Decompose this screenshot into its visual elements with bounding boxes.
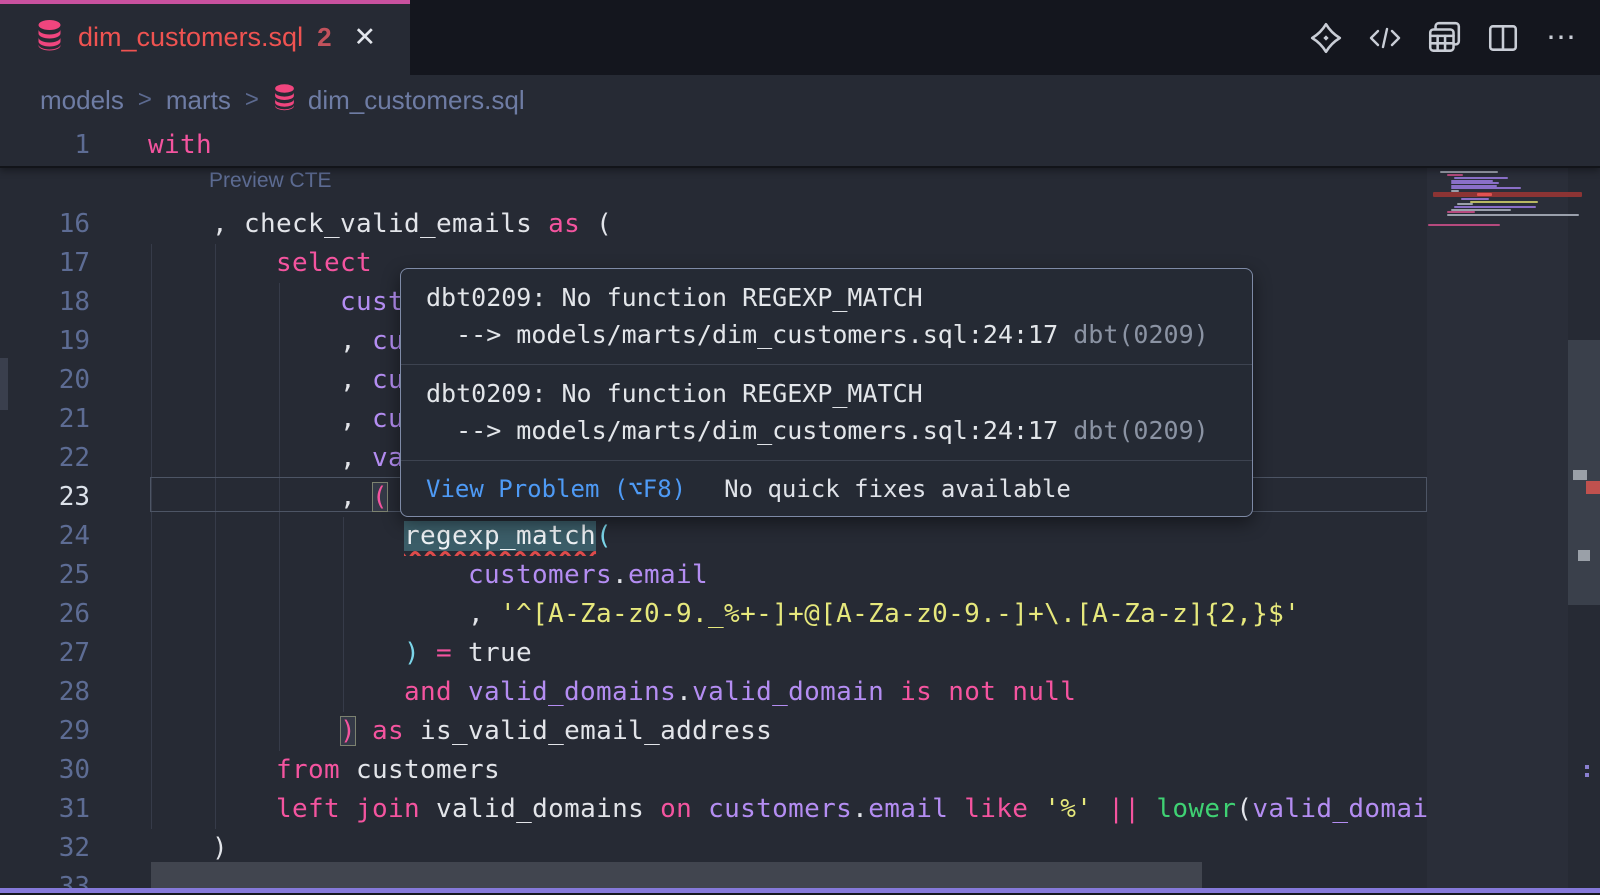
code-editor[interactable]: 16 , check_valid_emails as ( 17 select 18 cus… bbox=[0, 125, 1600, 895]
code-text: and valid_domains.valid_domain is not nu… bbox=[148, 673, 1076, 712]
line-number: 22 bbox=[0, 439, 90, 478]
line-number: 32 bbox=[0, 829, 90, 868]
sticky-scroll-line[interactable]: 1 with bbox=[0, 125, 1600, 168]
codelens-preview-cte[interactable]: Preview CTE bbox=[209, 169, 332, 193]
dbt-icon[interactable] bbox=[1308, 20, 1344, 56]
chevron-right-icon: > bbox=[138, 86, 152, 114]
line-number: 31 bbox=[0, 790, 90, 829]
breadcrumb-filename: dim_customers.sql bbox=[308, 85, 525, 116]
tab-bar: dim_customers.sql 2 ✕ bbox=[0, 0, 1600, 75]
code-text: , cu bbox=[148, 322, 404, 361]
quick-fix-status: No quick fixes available bbox=[724, 475, 1071, 503]
minimap-line bbox=[1454, 206, 1536, 208]
code-text: , ( bbox=[148, 478, 388, 517]
breadcrumb-models[interactable]: models bbox=[40, 85, 124, 116]
code-text: regexp_match( bbox=[148, 517, 612, 556]
preview-results-icon[interactable] bbox=[1426, 20, 1462, 56]
editor-actions: ⋯ bbox=[1308, 0, 1580, 75]
minimap[interactable] bbox=[1427, 125, 1568, 895]
code-text: , check_valid_emails as ( bbox=[148, 205, 612, 244]
minimap-line bbox=[1454, 177, 1508, 179]
horizontal-scrollbar[interactable] bbox=[151, 862, 1202, 888]
line-number: 18 bbox=[0, 283, 90, 322]
minimap-line bbox=[1457, 203, 1473, 205]
line-number: 20 bbox=[0, 361, 90, 400]
error-token: regexp_match bbox=[404, 521, 596, 551]
code-text: select bbox=[148, 244, 372, 283]
minimap-line bbox=[1451, 182, 1499, 184]
sticky-code: with bbox=[148, 125, 212, 165]
diagnostic-message: dbt0209: No function REGEXP_MATCH --> mo… bbox=[401, 269, 1252, 364]
minimap-line bbox=[1447, 214, 1579, 216]
line-number: 29 bbox=[0, 712, 90, 751]
line-number: 17 bbox=[0, 244, 90, 283]
tab-dirty-count: 2 bbox=[317, 22, 331, 53]
minimap-line bbox=[1461, 198, 1489, 200]
line-number: 28 bbox=[0, 673, 90, 712]
minimap-line bbox=[1447, 174, 1463, 176]
code-line-28[interactable]: 28 and valid_domains.valid_domain is not … bbox=[0, 673, 1427, 712]
code-line-29[interactable]: 29 ) as is_valid_email_address bbox=[0, 712, 1427, 751]
ruler-mark-red bbox=[1586, 481, 1600, 494]
code-line-26[interactable]: 26 , '^[A-Za-z0-9._%+-]+@[A-Za-z0-9.-]+\.… bbox=[0, 595, 1427, 634]
line-number: 19 bbox=[0, 322, 90, 361]
ruler-mark-purple bbox=[1585, 773, 1589, 777]
more-actions-icon[interactable]: ⋯ bbox=[1544, 20, 1580, 56]
code-text: left join valid_domains on customers.ema… bbox=[148, 790, 1427, 829]
line-number: 21 bbox=[0, 400, 90, 439]
diagnostic-messages: dbt0209: No function REGEXP_MATCH --> mo… bbox=[401, 269, 1252, 460]
ruler-mark-purple bbox=[1585, 765, 1589, 769]
code-line-24[interactable]: 24 regexp_match( bbox=[0, 517, 1427, 556]
line-number: 1 bbox=[0, 125, 90, 165]
code-text: , cu bbox=[148, 400, 404, 439]
database-icon bbox=[36, 19, 63, 56]
code-line-16[interactable]: 16 , check_valid_emails as ( bbox=[0, 205, 1427, 244]
code-text: customers.email bbox=[148, 556, 708, 595]
code-text: , '^[A-Za-z0-9._%+-]+@[A-Za-z0-9.-]+\.[A… bbox=[148, 595, 1300, 634]
breadcrumb: models > marts > dim_customers.sql bbox=[0, 75, 1600, 125]
active-tab-accent bbox=[0, 0, 410, 4]
line-number: 27 bbox=[0, 634, 90, 673]
line-number: 24 bbox=[0, 517, 90, 556]
minimap-line bbox=[1477, 193, 1492, 196]
code-line-31[interactable]: 31 left join valid_domains on customers.e… bbox=[0, 790, 1427, 829]
minimap-line bbox=[1440, 171, 1498, 173]
vertical-scrollbar[interactable] bbox=[1568, 125, 1600, 895]
minimap-line bbox=[1451, 187, 1521, 189]
line-number: 16 bbox=[0, 205, 90, 244]
chevron-right-icon: > bbox=[245, 86, 259, 114]
tab-filename: dim_customers.sql bbox=[78, 22, 303, 53]
tab-dim-customers[interactable]: dim_customers.sql 2 ✕ bbox=[0, 0, 410, 75]
code-text: ) = true bbox=[148, 634, 532, 673]
hover-footer: View Problem (⌥F8) No quick fixes availa… bbox=[401, 460, 1252, 516]
close-icon[interactable]: ✕ bbox=[354, 22, 377, 53]
line-number: 23 bbox=[0, 478, 90, 517]
ruler-mark-gray bbox=[1573, 470, 1587, 480]
code-line-30[interactable]: 30 from customers bbox=[0, 751, 1427, 790]
minimap-line bbox=[1447, 211, 1475, 213]
code-text: , cu bbox=[148, 361, 404, 400]
view-problem-link[interactable]: View Problem (⌥F8) bbox=[426, 475, 686, 503]
code-text: , va bbox=[148, 439, 404, 478]
editor-window: dim_customers.sql 2 ✕ bbox=[0, 0, 1600, 895]
code-text: cust bbox=[148, 283, 404, 322]
line-number: 30 bbox=[0, 751, 90, 790]
code-line-27[interactable]: 27 ) = true bbox=[0, 634, 1427, 673]
ruler-mark-gray bbox=[1578, 550, 1590, 561]
compiled-code-icon[interactable] bbox=[1367, 20, 1403, 56]
line-number: 26 bbox=[0, 595, 90, 634]
database-icon bbox=[273, 83, 296, 118]
breadcrumb-marts[interactable]: marts bbox=[166, 85, 231, 116]
breadcrumb-file[interactable]: dim_customers.sql bbox=[273, 83, 525, 118]
code-line-25[interactable]: 25 customers.email bbox=[0, 556, 1427, 595]
diagnostic-message: dbt0209: No function REGEXP_MATCH --> mo… bbox=[401, 364, 1252, 460]
split-editor-icon[interactable] bbox=[1485, 20, 1521, 56]
minimap-line bbox=[1433, 192, 1582, 197]
diagnostic-hover: dbt0209: No function REGEXP_MATCH --> mo… bbox=[400, 268, 1253, 517]
minimap-line bbox=[1470, 201, 1538, 203]
code-text: from customers bbox=[148, 751, 500, 790]
code-text: ) as is_valid_email_address bbox=[148, 712, 772, 751]
line-number: 25 bbox=[0, 556, 90, 595]
minimap-line bbox=[1428, 224, 1500, 226]
